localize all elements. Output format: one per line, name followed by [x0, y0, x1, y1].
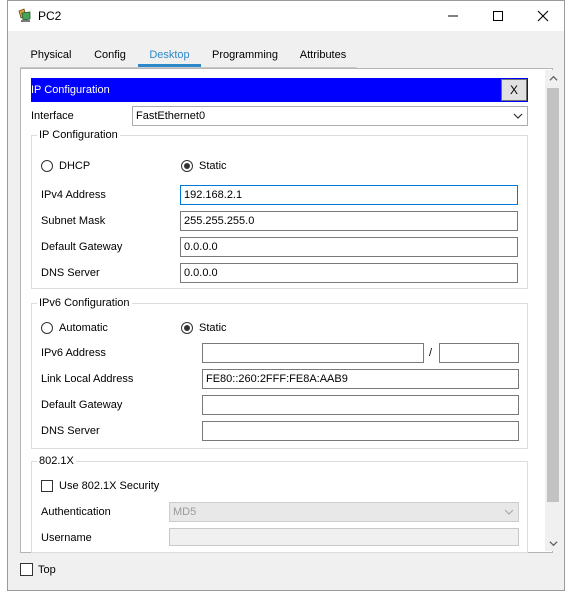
- scroll-down-arrow[interactable]: [545, 535, 561, 551]
- subnet-mask-input[interactable]: 255.255.255.0: [180, 211, 518, 231]
- chevron-down-icon: [548, 540, 558, 546]
- ipv4-dns-input[interactable]: 0.0.0.0: [180, 263, 518, 283]
- minimize-button[interactable]: [430, 1, 475, 31]
- dot1x-group-title: 802.1X: [37, 455, 76, 467]
- ipv6-gateway-input[interactable]: [202, 395, 519, 415]
- ipv4-address-label: IPv4 Address: [41, 189, 106, 201]
- ipv4-gateway-label: Default Gateway: [41, 241, 123, 253]
- authentication-label: Authentication: [41, 506, 111, 518]
- ipv4-gateway-input[interactable]: 0.0.0.0: [180, 237, 518, 257]
- subnet-mask-label: Subnet Mask: [41, 215, 106, 227]
- top-label: Top: [38, 564, 56, 576]
- tab-attributes[interactable]: Attributes: [289, 45, 357, 67]
- ipv4-static-label: Static: [199, 160, 227, 172]
- interface-label: Interface: [31, 110, 74, 122]
- dhcp-radio[interactable]: [41, 160, 53, 172]
- close-icon: [537, 10, 548, 22]
- dhcp-label: DHCP: [59, 160, 91, 172]
- username-input[interactable]: [169, 528, 519, 546]
- ip-config-close-button[interactable]: X: [501, 79, 527, 101]
- ipv6-automatic-radio[interactable]: [41, 322, 53, 334]
- tab-physical[interactable]: Physical: [20, 45, 82, 67]
- minimize-icon: [447, 15, 458, 17]
- ipv6-dns-input[interactable]: [202, 421, 519, 441]
- top-checkbox[interactable]: [20, 563, 33, 576]
- pc2-window: PC2 Physical Config Desktop Programming …: [7, 0, 565, 591]
- ipv6-static-label: Static: [199, 322, 227, 334]
- maximize-button[interactable]: [475, 1, 520, 31]
- title-bar[interactable]: PC2: [8, 1, 564, 31]
- tab-desktop[interactable]: Desktop: [138, 45, 201, 67]
- tab-programming[interactable]: Programming: [201, 45, 289, 67]
- link-local-input[interactable]: FE80::260:2FFF:FE8A:AAB9: [202, 369, 519, 389]
- interface-select[interactable]: FastEthernet0: [132, 106, 528, 126]
- ip-config-header: IP Configuration: [31, 78, 528, 102]
- chevron-down-icon: [513, 113, 523, 119]
- link-local-label: Link Local Address: [41, 373, 134, 385]
- ipv6-static-radio[interactable]: [181, 322, 193, 334]
- authentication-select[interactable]: MD5: [169, 502, 519, 522]
- username-label: Username: [41, 532, 92, 544]
- ipv6-prefix-input[interactable]: [439, 343, 519, 363]
- scroll-up-arrow[interactable]: [545, 70, 561, 86]
- pc-app-icon: [18, 8, 31, 22]
- chevron-up-icon: [548, 75, 558, 81]
- ipv6-dns-label: DNS Server: [41, 425, 100, 437]
- ipv6-group-title: IPv6 Configuration: [37, 297, 132, 309]
- window-title: PC2: [38, 9, 62, 23]
- close-button[interactable]: [520, 1, 565, 31]
- ipv4-address-input[interactable]: 192.168.2.1: [180, 185, 518, 205]
- prefix-slash: /: [429, 347, 433, 359]
- ipv6-address-input[interactable]: [202, 343, 424, 363]
- ipv6-address-label: IPv6 Address: [41, 347, 106, 359]
- use-8021x-checkbox[interactable]: [41, 480, 53, 492]
- maximize-icon: [492, 11, 503, 21]
- interface-value: FastEthernet0: [136, 110, 206, 122]
- tab-config[interactable]: Config: [82, 45, 138, 67]
- ipv4-static-radio[interactable]: [181, 160, 193, 172]
- authentication-value: MD5: [173, 506, 197, 518]
- use-8021x-label: Use 802.1X Security: [59, 480, 160, 492]
- chevron-down-icon: [504, 509, 514, 515]
- ipv6-automatic-label: Automatic: [59, 322, 108, 334]
- ipv4-dns-label: DNS Server: [41, 267, 100, 279]
- desktop-content: IP Configuration X Interface FastEtherne…: [20, 68, 561, 553]
- vertical-scrollbar[interactable]: [545, 70, 561, 551]
- ipv6-gateway-label: Default Gateway: [41, 399, 123, 411]
- scroll-thumb[interactable]: [547, 88, 559, 502]
- ipv4-group-title: IP Configuration: [37, 129, 120, 141]
